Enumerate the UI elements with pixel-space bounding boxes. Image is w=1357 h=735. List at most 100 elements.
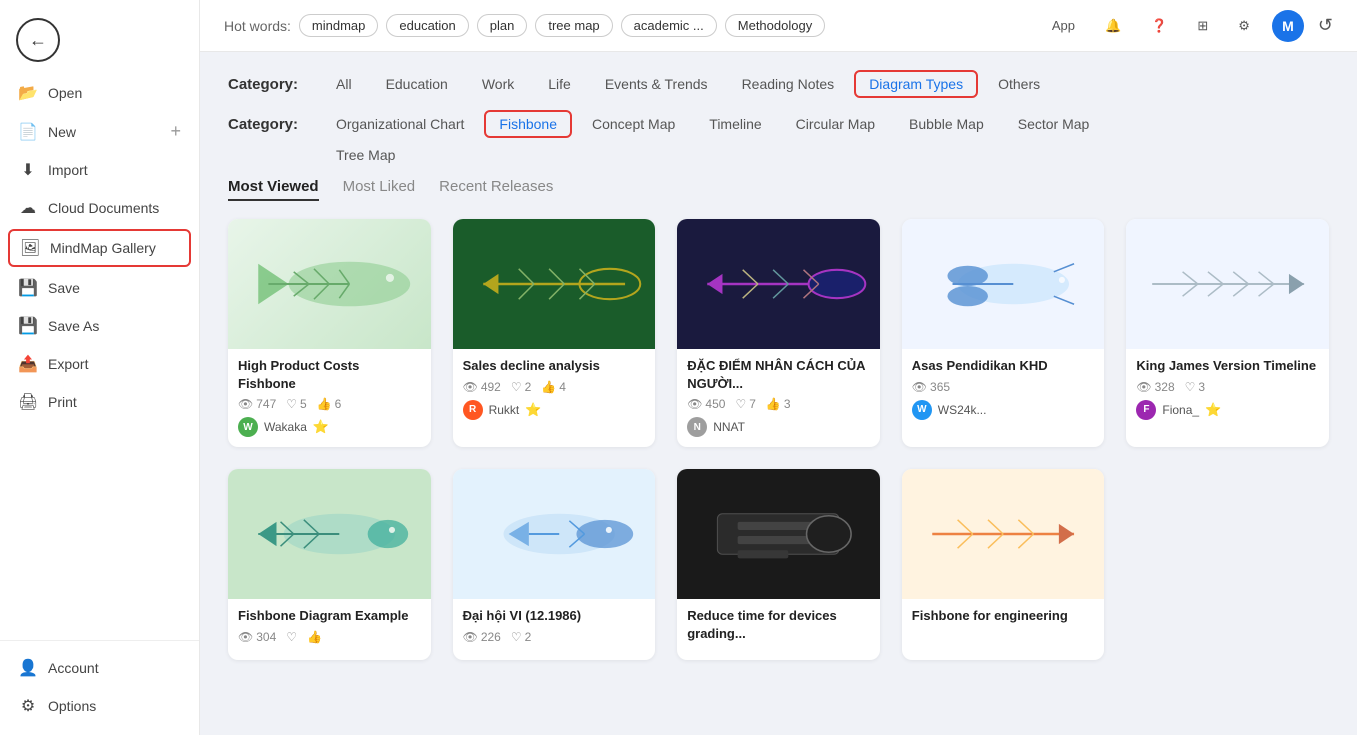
- sidebar-export-label: Export: [48, 356, 88, 372]
- sidebar-import-label: Import: [48, 162, 88, 178]
- gallery-card-4[interactable]: Asas Pendidikan KHD 👁 365 W WS24k...: [902, 219, 1105, 447]
- cat-education[interactable]: Education: [372, 71, 462, 97]
- sidebar-item-save-as[interactable]: 💾 Save As: [0, 307, 199, 345]
- cat-concept-map[interactable]: Concept Map: [578, 111, 689, 137]
- card-info-7: Đại hội VI (12.1986) 👁 226 ♡ 2: [453, 599, 656, 660]
- sidebar-item-export[interactable]: 📤 Export: [0, 345, 199, 383]
- sidebar-save-as-label: Save As: [48, 318, 99, 334]
- tag-academic[interactable]: academic ...: [621, 14, 717, 37]
- cat-events[interactable]: Events & Trends: [591, 71, 722, 97]
- gallery-card-6[interactable]: Fishbone Diagram Example 👁 304 ♡ 👍: [228, 469, 431, 660]
- grid-icon[interactable]: ⊞: [1189, 14, 1216, 38]
- tag-plan[interactable]: plan: [477, 14, 528, 37]
- views-7: 👁 226: [463, 630, 501, 644]
- cat-timeline[interactable]: Timeline: [695, 111, 775, 137]
- back-button[interactable]: ←: [16, 18, 60, 62]
- category-row-1: Category: All Education Work Life Events…: [228, 70, 1329, 98]
- card-title-2: Sales decline analysis: [463, 357, 646, 375]
- save-icon: 💾: [18, 278, 38, 298]
- cat-reading[interactable]: Reading Notes: [728, 71, 849, 97]
- gallery-card-2[interactable]: Sales decline analysis 👁 492 ♡ 2 👍 4 R R…: [453, 219, 656, 447]
- sidebar-item-mindmap-gallery[interactable]: 🖼 MindMap Gallery: [8, 229, 191, 267]
- sidebar-save-label: Save: [48, 280, 80, 296]
- sidebar-item-save[interactable]: 💾 Save: [0, 269, 199, 307]
- views-1: 👁 747: [238, 397, 276, 411]
- card-stats-2: 👁 492 ♡ 2 👍 4: [463, 380, 646, 394]
- card-title-6: Fishbone Diagram Example: [238, 607, 421, 625]
- cat-org-chart[interactable]: Organizational Chart: [322, 111, 478, 137]
- tab-recent-releases[interactable]: Recent Releases: [439, 178, 553, 201]
- shares-1: 👍 6: [317, 397, 342, 411]
- cat-all[interactable]: All: [322, 71, 366, 97]
- gallery-card-9[interactable]: Fishbone for engineering: [902, 469, 1105, 660]
- sidebar-item-open[interactable]: 📂 Open: [0, 74, 199, 112]
- sidebar-item-import[interactable]: ⬇ Import: [0, 151, 199, 189]
- views-2: 👁 492: [463, 380, 501, 394]
- card-thumb-8: [677, 469, 880, 599]
- tag-methodology[interactable]: Methodology: [725, 14, 825, 37]
- author-name-4: WS24k...: [938, 403, 987, 417]
- category-label-2: Category:: [228, 116, 308, 133]
- app-button[interactable]: App: [1044, 14, 1083, 37]
- cat-others[interactable]: Others: [984, 71, 1054, 97]
- sidebar-open-label: Open: [48, 85, 82, 101]
- author-name-1: Wakaka: [264, 420, 307, 434]
- cat-work[interactable]: Work: [468, 71, 528, 97]
- gallery-card-5[interactable]: King James Version Timeline 👁 328 ♡ 3 F …: [1126, 219, 1329, 447]
- gallery-card-3[interactable]: ĐẶC ĐIỂM NHÂN CÁCH CỦA NGƯỜI... 👁 450 ♡ …: [677, 219, 880, 447]
- gallery-content: Category: All Education Work Life Events…: [200, 52, 1357, 735]
- cat-fishbone[interactable]: Fishbone: [484, 110, 572, 138]
- shares-2: 👍 4: [541, 380, 566, 394]
- likes-5: ♡ 3: [1185, 380, 1205, 394]
- author-avatar-2: R: [463, 400, 483, 420]
- author-avatar-1: W: [238, 417, 258, 437]
- refresh-icon[interactable]: ↺: [1318, 15, 1333, 36]
- hotwords-bar: Hot words: mindmap education plan tree m…: [224, 14, 825, 37]
- tag-mindmap[interactable]: mindmap: [299, 14, 378, 37]
- cat-diagram-types[interactable]: Diagram Types: [854, 70, 978, 98]
- card-author-3: N NNAT: [687, 417, 870, 437]
- views-4: 👁 365: [912, 380, 950, 394]
- help-icon[interactable]: ❓: [1143, 14, 1175, 38]
- tag-tree-map[interactable]: tree map: [535, 14, 612, 37]
- author-name-5: Fiona_: [1162, 403, 1199, 417]
- sidebar-bottom: 👤 Account ⚙ Options: [0, 640, 199, 725]
- sidebar-item-account[interactable]: 👤 Account: [0, 649, 199, 687]
- cat-bubble-map[interactable]: Bubble Map: [895, 111, 998, 137]
- hotwords-label: Hot words:: [224, 18, 291, 34]
- tab-most-viewed[interactable]: Most Viewed: [228, 178, 319, 201]
- card-info-4: Asas Pendidikan KHD 👁 365 W WS24k...: [902, 349, 1105, 430]
- cloud-icon: ☁: [18, 198, 38, 218]
- card-info-6: Fishbone Diagram Example 👁 304 ♡ 👍: [228, 599, 431, 660]
- user-avatar[interactable]: M: [1272, 10, 1304, 42]
- cat-circular-map[interactable]: Circular Map: [782, 111, 889, 137]
- tag-education[interactable]: education: [386, 14, 468, 37]
- sidebar-item-new[interactable]: 📄 New +: [0, 112, 199, 151]
- cat-tree-map[interactable]: Tree Map: [322, 142, 409, 168]
- settings-icon[interactable]: ⚙: [1230, 14, 1258, 38]
- notification-icon[interactable]: 🔔: [1097, 14, 1129, 38]
- sidebar-item-options[interactable]: ⚙ Options: [0, 687, 199, 725]
- author-avatar-4: W: [912, 400, 932, 420]
- category-row-2: Category: Organizational Chart Fishbone …: [228, 110, 1329, 138]
- topbar: Hot words: mindmap education plan tree m…: [200, 0, 1357, 52]
- gallery-card-8[interactable]: Reduce time for devices grading...: [677, 469, 880, 660]
- gallery-card-7[interactable]: Đại hội VI (12.1986) 👁 226 ♡ 2: [453, 469, 656, 660]
- card-thumb-6: [228, 469, 431, 599]
- author-name-2: Rukkt: [489, 403, 520, 417]
- card-stats-4: 👁 365: [912, 380, 1095, 394]
- card-title-9: Fishbone for engineering: [912, 607, 1095, 625]
- import-icon: ⬇: [18, 160, 38, 180]
- gallery-card-1[interactable]: High Product Costs Fishbone 👁 747 ♡ 5 👍 …: [228, 219, 431, 447]
- card-thumb-3: [677, 219, 880, 349]
- card-author-4: W WS24k...: [912, 400, 1095, 420]
- gallery-icon: 🖼: [20, 238, 40, 258]
- cat-life[interactable]: Life: [534, 71, 585, 97]
- gold-badge-2: ⭐: [525, 402, 541, 418]
- card-title-4: Asas Pendidikan KHD: [912, 357, 1095, 375]
- cat-sector-map[interactable]: Sector Map: [1004, 111, 1104, 137]
- tab-most-liked[interactable]: Most Liked: [343, 178, 416, 201]
- sidebar-account-label: Account: [48, 660, 99, 676]
- sidebar-item-cloud[interactable]: ☁ Cloud Documents: [0, 189, 199, 227]
- sidebar-item-print[interactable]: 🖨 Print: [0, 383, 199, 421]
